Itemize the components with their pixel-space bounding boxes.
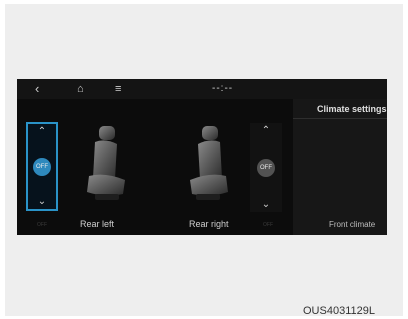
rear-right-status: OFF bbox=[263, 222, 273, 228]
home-icon[interactable]: ⌂ bbox=[77, 82, 84, 96]
clock: --:-- bbox=[212, 83, 234, 94]
back-icon[interactable]: ‹ bbox=[35, 82, 39, 96]
rear-right-label: Rear right bbox=[189, 219, 229, 229]
rear-left-label: Rear left bbox=[80, 219, 115, 229]
rear-right-seat-icon bbox=[190, 126, 228, 200]
rear-left-down-icon[interactable]: ⌄ bbox=[28, 196, 56, 207]
rear-right-off-button[interactable]: OFF bbox=[257, 159, 275, 177]
front-climate-button[interactable]: Front climate bbox=[329, 220, 375, 229]
rear-left-seat-icon bbox=[87, 126, 125, 200]
infotainment-screen: ‹ ⌂ ≡ --:-- ⌃ OFF ⌄ OFF Rear left Rear r… bbox=[17, 79, 387, 235]
menu-icon[interactable]: ≡ bbox=[115, 82, 121, 96]
climate-settings-panel bbox=[293, 99, 387, 235]
top-bar: ‹ ⌂ ≡ --:-- bbox=[17, 79, 387, 99]
rear-right-down-icon[interactable]: ⌄ bbox=[250, 199, 282, 210]
figure-caption: OUS4031129L bbox=[303, 305, 375, 317]
rear-left-up-icon[interactable]: ⌃ bbox=[28, 126, 56, 137]
rear-right-seat-control[interactable]: ⌃ OFF ⌄ bbox=[250, 123, 282, 212]
rear-left-off-button[interactable]: OFF bbox=[33, 158, 51, 176]
rear-left-seat-control[interactable]: ⌃ OFF ⌄ bbox=[26, 122, 58, 211]
climate-settings-title[interactable]: Climate settings bbox=[317, 104, 387, 114]
panel-divider bbox=[293, 118, 387, 119]
rear-left-status: OFF bbox=[37, 222, 47, 228]
rear-right-up-icon[interactable]: ⌃ bbox=[250, 125, 282, 136]
